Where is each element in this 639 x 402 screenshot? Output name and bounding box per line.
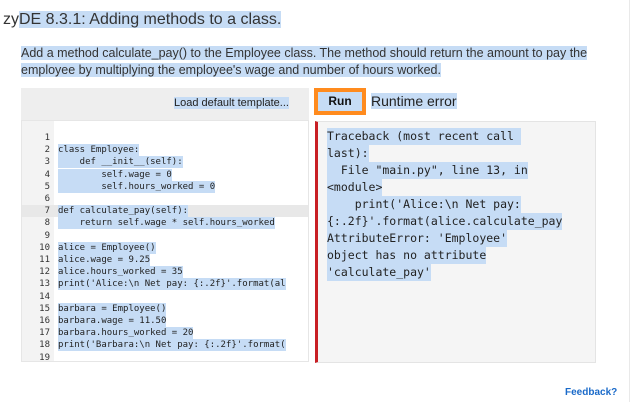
code-text: def __init__(self): <box>58 156 183 169</box>
code-text: alice.hours_worked = 35 <box>58 266 183 279</box>
output-line: print('Alice:\n Net pay: <box>327 196 521 213</box>
zy-prefix: zy <box>3 11 19 28</box>
line-number: 7 <box>44 206 50 217</box>
code-text: barbara.wage = 11.50 <box>58 315 167 327</box>
code-line: 9 <box>22 230 308 242</box>
code-text: return self.wage * self.hours_worked <box>58 217 275 230</box>
run-button-label: Run <box>318 92 362 111</box>
line-number: 2 <box>44 145 50 156</box>
line-number: 19 <box>39 352 50 362</box>
code-line: 17 barbara.hours_worked = 20 <box>22 327 308 340</box>
code-line: 1 <box>22 132 308 144</box>
line-number: 1 <box>44 133 50 143</box>
code-line: 6 <box>22 193 308 205</box>
output-line: AttributeError: 'Employee' <box>327 230 508 247</box>
code-line: 19 <box>22 352 308 362</box>
line-number: 6 <box>44 194 50 204</box>
line-number: 16 <box>39 316 50 326</box>
instructions-text: Add a method calculate_pay() to the Empl… <box>21 46 588 77</box>
output-line: <module> <box>327 179 383 196</box>
code-text: self.hours_worked = 0 <box>58 180 216 193</box>
output-console: Traceback (most recent call last): File … <box>315 121 596 363</box>
code-editor[interactable]: 1 2 class Employee: 3 def __init__(self): 4 … <box>21 120 309 362</box>
code-line: 5 self.hours_worked = 0 <box>22 180 308 193</box>
output-line: {:.2f}'.format(alice.calculate_pay <box>327 213 563 230</box>
code-text: print('Alice:\n Net pay: {:.2f}'.format(… <box>58 278 286 291</box>
load-default-template-button[interactable]: Load default template... <box>174 97 289 109</box>
code-line: 18 print('Barbara:\n Net pay: {:.2f}'.for… <box>22 339 308 352</box>
output-line: 'calculate_pay' <box>327 264 431 281</box>
right-border <box>629 0 630 402</box>
code-line: 15 barbara = Employee() <box>22 302 308 315</box>
line-number: 18 <box>39 340 50 351</box>
line-number: 8 <box>44 218 50 229</box>
code-line: 8 return self.wage * self.hours_worked <box>22 217 308 230</box>
line-number: 12 <box>39 267 50 278</box>
code-line: 7 def calculate_pay(self): <box>22 205 308 218</box>
line-number: 14 <box>39 291 50 302</box>
code-line: 2 class Employee: <box>22 144 308 157</box>
code-line: 13 print('Alice:\n Net pay: {:.2f}'.forma… <box>22 278 308 291</box>
line-number: 4 <box>44 169 50 180</box>
line-number: 5 <box>44 181 50 192</box>
feedback-link[interactable]: Feedback? <box>565 387 617 398</box>
run-button[interactable]: Run <box>314 88 366 115</box>
code-line: 14 <box>22 291 308 303</box>
page-title: zyDE 8.3.1: Adding methods to a class. <box>3 11 282 29</box>
line-number: 13 <box>39 279 50 290</box>
line-number: 17 <box>39 328 50 339</box>
output-line: last): <box>327 145 369 162</box>
code-text: self.wage = 0 <box>58 168 172 181</box>
code-text: print('Barbara:\n Net pay: {:.2f}'.forma… <box>58 339 286 352</box>
code-line: 11 alice.wage = 9.25 <box>22 254 308 266</box>
output-line: object has no attribute <box>327 247 487 264</box>
instructions: Add a method calculate_pay() to the Empl… <box>21 45 601 79</box>
line-number: 3 <box>44 157 50 168</box>
code-text: barbara = Employee() <box>58 302 167 315</box>
code-line: 16 barbara.wage = 11.50 <box>22 315 308 327</box>
code-line: 4 self.wage = 0 <box>22 168 308 181</box>
line-number: 10 <box>39 242 50 253</box>
code-text: class Employee: <box>58 144 140 157</box>
code-line: 10 alice = Employee() <box>22 241 308 254</box>
line-number: 11 <box>39 255 50 265</box>
code-text: alice.wage = 9.25 <box>58 254 151 266</box>
code-line: 12 alice.hours_worked = 35 <box>22 266 308 279</box>
output-line: Traceback (most recent call <box>327 128 521 145</box>
status-text: Runtime error <box>371 93 457 109</box>
code-line: 3 def __init__(self): <box>22 156 308 169</box>
code-text: barbara.hours_worked = 20 <box>58 327 194 340</box>
line-number: 9 <box>44 230 50 241</box>
code-text: def calculate_pay(self): <box>58 205 189 218</box>
line-number: 15 <box>39 303 50 314</box>
output-line: File "main.py", line 13, in <box>327 162 528 179</box>
code-text: alice = Employee() <box>58 241 156 254</box>
title-text: DE 8.3.1: Adding methods to a class. <box>19 11 282 28</box>
